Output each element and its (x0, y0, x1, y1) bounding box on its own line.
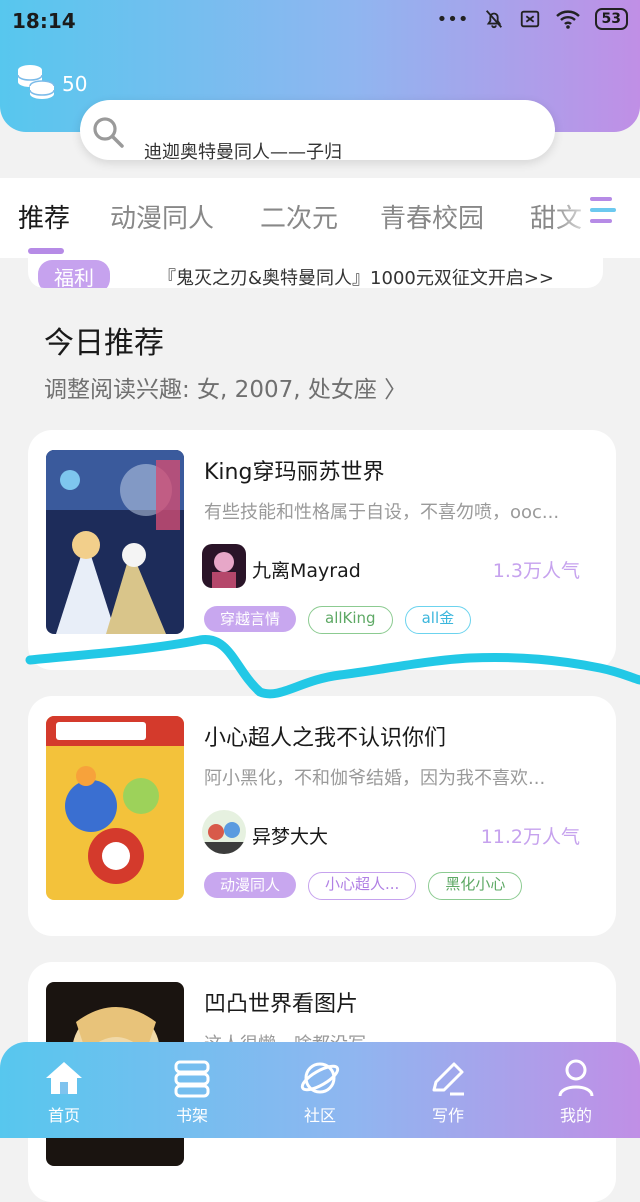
nav-write[interactable]: 写作 (398, 1056, 498, 1126)
search-icon (93, 117, 124, 148)
nav-bookshelf[interactable]: 书架 (142, 1056, 242, 1126)
bottom-nav: 首页 书架 社区 写作 我的 (0, 1042, 640, 1138)
reading-interest-text: 调整阅读兴趣: 女, 2007, 处女座 (44, 377, 377, 403)
planet-icon (300, 1062, 340, 1094)
search-placeholder: 迪迦奥特曼同人——子归 (144, 142, 342, 160)
chevron-right-icon: 〉 (384, 377, 408, 403)
nav-profile[interactable]: 我的 (526, 1056, 626, 1126)
book-title: King穿玛丽苏世界 (204, 460, 385, 485)
tag-list: 穿越言情 allKing all金 (204, 606, 472, 634)
status-bar: 18:14 ••• 53 (0, 0, 640, 44)
more-dots-icon: ••• (436, 8, 469, 30)
nav-label: 书架 (175, 1106, 208, 1125)
coins-icon[interactable] (16, 62, 56, 100)
tag[interactable]: 穿越言情 (204, 606, 297, 632)
wifi-icon (555, 10, 580, 29)
home-icon (46, 1062, 82, 1094)
notice-text: 『鬼灭之刃&奥特曼同人』1000元双征文开启>> (158, 268, 555, 288)
nav-label: 我的 (559, 1106, 592, 1125)
book-description: 有些技能和性格属于自设，不喜勿喷，ooc... (204, 502, 560, 523)
tab-campus[interactable]: 青春校园 (380, 198, 484, 235)
sim-icon (520, 10, 539, 28)
book-title: 凹凸世界看图片 (204, 992, 359, 1017)
popularity-count: 11.2万人气 (480, 826, 580, 848)
section-title: 今日推荐 (44, 326, 164, 361)
search-bar[interactable]: 迪迦奥特曼同人——子归 (80, 100, 555, 160)
pen-icon (432, 1062, 464, 1096)
category-tabs: 推荐 动漫同人 二次元 青春校园 甜文 (0, 178, 640, 258)
notice-banner[interactable]: 福利 『鬼灭之刃&奥特曼同人』1000元双征文开启>> (28, 254, 603, 288)
book-cover[interactable] (46, 450, 184, 634)
status-time: 18:14 (12, 9, 76, 33)
tag-list: 动漫同人 小心超人... 黑化小心 (204, 872, 523, 900)
author-avatar[interactable] (202, 810, 246, 854)
author-name[interactable]: 异梦大大 (252, 822, 328, 849)
user-icon (558, 1059, 594, 1097)
category-menu-icon[interactable] (588, 194, 622, 226)
battery-indicator: 53 (594, 8, 628, 30)
nav-label: 写作 (431, 1106, 464, 1125)
book-description: 阿小黑化，不和伽爷结婚，因为我不喜欢... (204, 768, 546, 789)
book-cover[interactable] (46, 716, 184, 900)
book-card[interactable]: King穿玛丽苏世界 有些技能和性格属于自设，不喜勿喷，ooc... 九离May… (28, 430, 616, 670)
tag[interactable]: 黑化小心 (428, 872, 523, 900)
nav-home[interactable]: 首页 (14, 1056, 114, 1126)
welfare-badge: 福利 (38, 260, 110, 288)
tag[interactable]: allKing (308, 606, 393, 634)
bookshelf-icon (174, 1060, 210, 1098)
nav-community[interactable]: 社区 (270, 1056, 370, 1126)
nav-label: 社区 (303, 1106, 336, 1125)
tab-recommend[interactable]: 推荐 (18, 198, 70, 235)
author-name[interactable]: 九离Mayrad (252, 556, 361, 583)
tag[interactable]: 动漫同人 (204, 872, 297, 898)
tag[interactable]: 小心超人... (308, 872, 417, 900)
status-icons: ••• 53 (437, 8, 628, 30)
reading-interest-link[interactable]: 调整阅读兴趣: 女, 2007, 处女座 〉 (44, 370, 407, 404)
book-title: 小心超人之我不认识你们 (204, 726, 447, 751)
author-avatar[interactable] (202, 544, 246, 588)
mute-bell-icon (485, 10, 502, 29)
popularity-count: 1.3万人气 (492, 560, 580, 582)
book-card[interactable]: 小心超人之我不认识你们 阿小黑化，不和伽爷结婚，因为我不喜欢... 异梦大大 1… (28, 696, 616, 936)
tab-anime-fanfic[interactable]: 动漫同人 (110, 198, 214, 235)
nav-label: 首页 (47, 1106, 80, 1125)
tab-acg[interactable]: 二次元 (260, 198, 338, 235)
tag[interactable]: all金 (404, 606, 472, 634)
coin-count: 50 (62, 72, 88, 96)
